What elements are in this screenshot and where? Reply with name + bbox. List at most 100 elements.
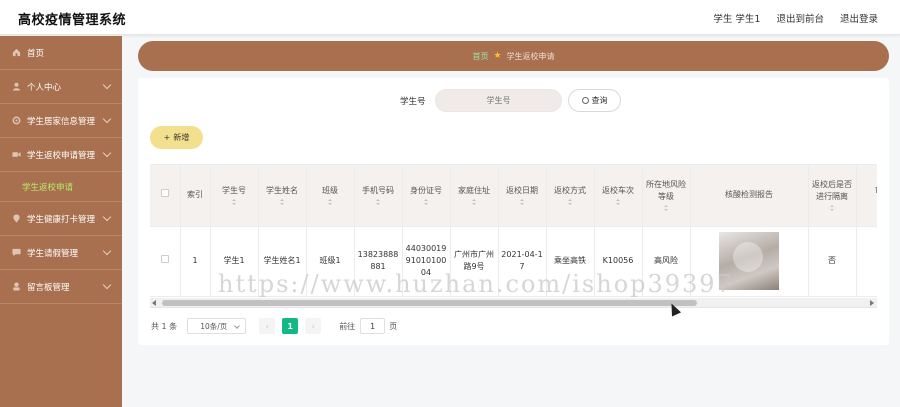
column-header-label: 返校方式 xyxy=(554,186,586,196)
back-to-front-link[interactable]: 退出到前台 xyxy=(776,11,824,25)
chevron-down-icon xyxy=(102,246,112,256)
chevron-down-icon xyxy=(102,280,112,290)
chevron-down-icon xyxy=(234,323,241,329)
test-report-thumbnail[interactable] xyxy=(719,232,779,290)
sort-icon[interactable] xyxy=(829,205,835,212)
column-header-label: 返校日期 xyxy=(506,186,538,196)
app-title: 高校疫情管理系统 xyxy=(18,13,127,28)
sidebar-item-label: 学生居家信息管理 xyxy=(27,116,96,127)
breadcrumb: 首页 ★ 学生返校申请 xyxy=(138,41,889,71)
search-label: 学生号 xyxy=(400,97,426,107)
column-header-label: 返校后是否进行隔离 xyxy=(812,180,852,202)
column-header-address[interactable]: 家庭住址 xyxy=(450,165,499,227)
page-number-button[interactable]: 1 xyxy=(282,318,299,334)
column-header-name[interactable]: 学生姓名 xyxy=(258,165,307,227)
sort-icon[interactable] xyxy=(375,199,381,206)
sidebar-item-return-apply-mgmt[interactable]: 学生返校申请管理 xyxy=(0,138,122,172)
cell-review xyxy=(856,226,877,297)
sort-icon[interactable] xyxy=(471,199,477,206)
column-header-return-mode[interactable]: 返校方式 xyxy=(546,165,595,227)
column-header-label: 所在地风险等级 xyxy=(646,180,686,202)
sort-icon[interactable] xyxy=(615,199,621,206)
search-input[interactable] xyxy=(435,89,562,112)
search-button[interactable]: 查询 xyxy=(568,89,621,112)
sidebar-item-home-info[interactable]: 学生居家信息管理 xyxy=(0,104,122,138)
sidebar-item-label: 学生健康打卡管理 xyxy=(27,214,96,225)
top-bar: 高校疫情管理系统 学生 学生1 退出到前台 退出登录 xyxy=(0,0,900,35)
top-links: 学生 学生1 退出到前台 退出登录 xyxy=(713,11,878,25)
home-icon xyxy=(12,48,21,57)
gear-icon xyxy=(12,116,21,125)
column-header-label: 核酸检测报告 xyxy=(725,190,773,200)
chevron-down-icon xyxy=(102,148,112,158)
sort-icon[interactable] xyxy=(423,199,429,206)
cell-return-mode: 乘坐高铁 xyxy=(546,226,595,297)
column-header-return-date[interactable]: 返校日期 xyxy=(498,165,547,227)
current-user-label: 学生 学生1 xyxy=(713,14,761,25)
cell-class: 班级1 xyxy=(306,226,355,297)
scroll-right-icon[interactable] xyxy=(870,300,874,306)
goto-unit: 页 xyxy=(389,321,398,331)
sort-icon[interactable] xyxy=(279,199,285,206)
column-header-label: 返校车次 xyxy=(602,186,634,196)
cell-test-report xyxy=(690,226,809,297)
cell-address: 广州市广州路9号 xyxy=(450,226,499,297)
column-header-label: 学生姓名 xyxy=(266,186,298,196)
column-header-test-report: 核酸检测报告 xyxy=(690,165,809,227)
chat-icon xyxy=(12,248,21,257)
sidebar-item-health-checkin[interactable]: 学生健康打卡管理 xyxy=(0,202,122,236)
sidebar-item-leave-mgmt[interactable]: 学生请假管理 xyxy=(0,236,122,270)
cell-quarantine: 否 xyxy=(808,226,857,297)
column-header-id-card[interactable]: 身份证号 xyxy=(402,165,451,227)
column-header-label: 家庭住址 xyxy=(458,186,490,196)
sort-icon[interactable] xyxy=(663,205,669,212)
table-row: 1 学生1 学生姓名1 班级1 13823888881 440300199101… xyxy=(150,226,877,297)
sort-icon[interactable] xyxy=(567,199,573,206)
sort-icon[interactable] xyxy=(327,199,333,206)
select-all-checkbox[interactable] xyxy=(160,189,169,198)
cell-train-no: K10056 xyxy=(594,226,643,297)
column-header-index: 索引 xyxy=(180,165,211,227)
sort-icon[interactable] xyxy=(519,199,525,206)
page-size-select[interactable]: 10条/页 xyxy=(187,318,247,334)
column-header-quarantine[interactable]: 返校后是否进行隔离 xyxy=(808,165,857,227)
breadcrumb-home[interactable]: 首页 xyxy=(472,51,488,62)
column-header-phone[interactable]: 手机号码 xyxy=(354,165,403,227)
row-checkbox[interactable] xyxy=(160,255,169,263)
sidebar-item-personal-center[interactable]: 个人中心 xyxy=(0,70,122,104)
search-icon xyxy=(581,97,589,104)
column-header-label: 审核 xyxy=(875,186,877,195)
scroll-left-icon[interactable] xyxy=(152,300,156,306)
data-table: 索引 学生号 学生姓名 班级 手机号码 身份证号 家庭住址 返校日期 返校方式 … xyxy=(150,164,877,298)
goto-page-input[interactable] xyxy=(360,318,386,334)
total-count: 共 1 条 xyxy=(151,321,178,331)
horizontal-scrollbar[interactable] xyxy=(150,298,877,308)
sidebar-item-label: 学生返校申请管理 xyxy=(27,150,96,161)
add-button-label: 新增 xyxy=(173,133,190,142)
column-header-train-no[interactable]: 返校车次 xyxy=(594,165,643,227)
sidebar-item-label: 首页 xyxy=(27,48,45,59)
column-header-label: 索引 xyxy=(187,190,203,200)
add-button[interactable]: + 新增 xyxy=(150,126,203,149)
logout-link[interactable]: 退出登录 xyxy=(840,11,878,25)
column-header-student-no[interactable]: 学生号 xyxy=(210,165,259,227)
cell-id-card: 440300199101010004 xyxy=(402,226,451,297)
chevron-down-icon xyxy=(102,114,112,124)
sidebar-item-message-board[interactable]: 留言板管理 xyxy=(0,270,122,304)
column-header-label: 手机号码 xyxy=(362,186,394,196)
sort-icon[interactable] xyxy=(231,199,237,206)
pagination: 共 1 条 10条/页 ‹ 1 › 前往 页 xyxy=(151,318,397,334)
prev-page-button[interactable]: ‹ xyxy=(259,318,276,334)
plus-icon: + xyxy=(163,133,171,142)
column-header-review[interactable]: 审核 xyxy=(856,165,877,227)
sidebar-subitem-return-apply[interactable]: 学生返校申请 xyxy=(0,172,122,202)
next-page-button[interactable]: › xyxy=(305,318,322,334)
column-header-risk-level[interactable]: 所在地风险等级 xyxy=(642,165,691,227)
cell-index: 1 xyxy=(180,226,211,297)
column-header-label: 学生号 xyxy=(222,186,246,196)
scrollbar-thumb[interactable] xyxy=(162,300,697,306)
star-icon: ★ xyxy=(493,51,502,61)
select-all-cell xyxy=(150,165,181,227)
column-header-class[interactable]: 班级 xyxy=(306,165,355,227)
sidebar-item-home[interactable]: 首页 xyxy=(0,36,122,70)
